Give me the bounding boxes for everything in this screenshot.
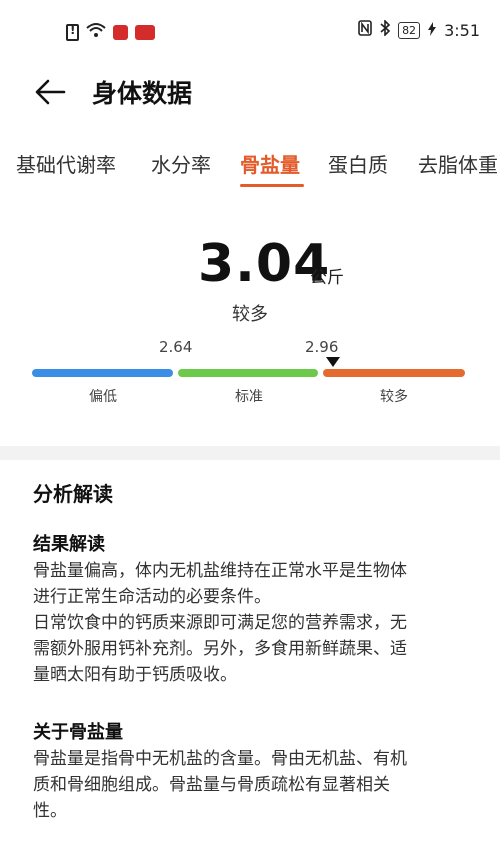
tab-water-rate[interactable]: 水分率 xyxy=(151,149,211,178)
tab-lean-mass[interactable]: 去脂体重 xyxy=(418,149,498,178)
wifi-icon xyxy=(86,22,106,42)
result-line: 骨盐量偏高，体内无机盐维持在正常水平是生物体 xyxy=(33,561,407,581)
threshold-low: 2.64 xyxy=(159,338,193,356)
metric-tabs: 基础代谢率 水分率 骨盐量 蛋白质 去脂体重 xyxy=(0,124,500,214)
app-header: 身体数据 xyxy=(0,58,500,124)
status-bar: 82 3:51 xyxy=(0,0,500,58)
app-notification-icon xyxy=(113,24,128,40)
tab-bone-mineral[interactable]: 骨盐量 xyxy=(240,149,300,178)
battery-indicator: 82 xyxy=(398,21,421,39)
segment-label-high: 较多 xyxy=(380,389,408,405)
clock: 3:51 xyxy=(444,20,480,40)
result-line: 需额外服用钙补充剂。另外，多食用新鲜蔬果、适 xyxy=(33,639,407,659)
arrow-left-icon xyxy=(35,79,66,105)
huawei-notification-icon xyxy=(135,24,155,40)
range-bar-low xyxy=(32,369,173,377)
segment-label-normal: 标准 xyxy=(235,389,263,405)
result-line: 日常饮食中的钙质来源即可满足您的营养需求，无 xyxy=(33,613,407,633)
bluetooth-icon xyxy=(380,19,391,40)
current-value-marker xyxy=(326,357,340,367)
range-bar-high xyxy=(323,369,465,377)
analysis-section: 分析解读 结果解读 骨盐量偏高，体内无机盐维持在正常水平是生物体 进行正常生命活… xyxy=(0,460,500,866)
about-text: 骨盐量是指骨中无机盐的含量。骨由无机盐、有机 质和骨细胞组成。骨盐量与骨质疏松有… xyxy=(33,746,473,824)
alert-icon xyxy=(66,23,79,41)
body-data-screen: 82 3:51 身体数据 基础代谢率 水分率 骨盐量 蛋白质 去脂体重 3.04… xyxy=(0,0,500,866)
about-heading: 关于骨盐量 xyxy=(33,722,123,743)
about-line: 质和骨细胞组成。骨盐量与骨质疏松有显著相关 xyxy=(33,775,390,795)
range-bar-normal xyxy=(178,369,318,377)
system-indicators: 82 3:51 xyxy=(358,19,480,40)
tab-protein[interactable]: 蛋白质 xyxy=(328,149,388,178)
result-line: 进行正常生命活动的必要条件。 xyxy=(33,587,271,607)
notification-icons xyxy=(66,22,155,42)
charging-icon xyxy=(428,21,437,40)
result-line: 量晒太阳有助于钙质吸收。 xyxy=(33,665,237,685)
segment-label-low: 偏低 xyxy=(89,389,117,405)
about-line: 骨盐量是指骨中无机盐的含量。骨由无机盐、有机 xyxy=(33,749,407,769)
result-text: 骨盐量偏高，体内无机盐维持在正常水平是生物体 进行正常生命活动的必要条件。 日常… xyxy=(33,558,473,688)
page-title: 身体数据 xyxy=(92,79,193,108)
measurement-unit: 公斤 xyxy=(310,268,344,288)
analysis-title: 分析解读 xyxy=(33,482,113,506)
tab-basal-metabolic-rate[interactable]: 基础代谢率 xyxy=(16,149,116,178)
measurement-level: 较多 xyxy=(232,304,268,325)
threshold-high: 2.96 xyxy=(305,338,339,356)
result-heading: 结果解读 xyxy=(33,534,105,555)
back-button[interactable] xyxy=(30,72,70,112)
active-tab-indicator xyxy=(240,184,304,187)
measurement-card: 3.04 公斤 较多 2.64 2.96 偏低 标准 较多 xyxy=(0,214,500,446)
about-line: 性。 xyxy=(33,801,67,821)
nfc-icon xyxy=(358,20,372,40)
